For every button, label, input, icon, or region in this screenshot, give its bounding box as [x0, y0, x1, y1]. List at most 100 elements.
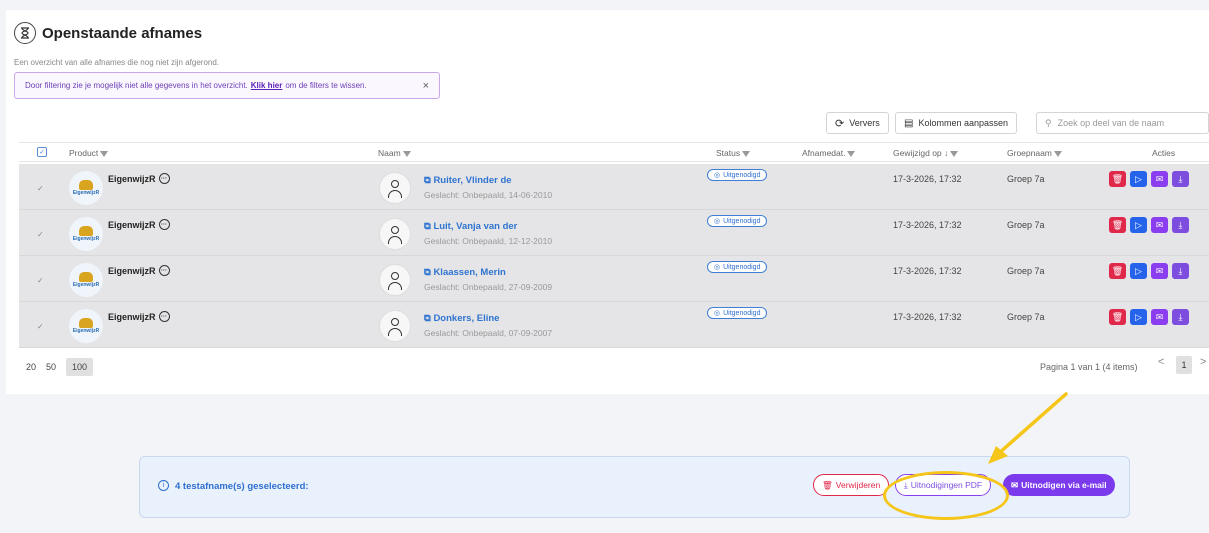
prev-page-button[interactable]: < [1158, 356, 1164, 368]
page-size-selector: 20 50 100 [26, 358, 94, 376]
row-checkbox[interactable]: ✓ [37, 230, 44, 239]
mail-icon: ✉ [1011, 479, 1019, 490]
column-header-groepnaam[interactable]: Groepnaam [1007, 148, 1062, 158]
status-icon: ◎ [714, 310, 721, 317]
info-icon: i [158, 480, 169, 491]
invite-email-button[interactable]: ✉ Uitnodigen via e-mail [1003, 474, 1115, 496]
hourglass-icon [14, 22, 36, 44]
filter-icon[interactable] [1053, 150, 1062, 157]
download-row-button[interactable]: ⤓ [1172, 263, 1189, 279]
bird-icon [79, 226, 93, 236]
status-badge: ◎ Uitgenodigd [707, 261, 768, 273]
more-options-icon[interactable]: ··· [158, 219, 170, 230]
page-number-1[interactable]: 1 [1176, 356, 1192, 374]
clear-filters-link[interactable]: Klik hier [251, 81, 283, 90]
status-icon: ◎ [714, 172, 721, 179]
filter-icon[interactable] [847, 150, 856, 157]
start-row-button[interactable]: ▷ [1130, 217, 1147, 233]
column-header-gewijzigd[interactable]: Gewijzigd op ↓ [893, 148, 959, 158]
table-row[interactable]: ✓ EigenwijzR EigenwijzR ··· ⧉ Luit, Vanj… [19, 210, 1209, 256]
row-checkbox[interactable]: ✓ [37, 184, 44, 193]
start-row-button[interactable]: ▷ [1130, 263, 1147, 279]
modified-date: 17-3-2026, 17:32 [893, 312, 962, 322]
page-subtitle: Een overzicht van alle afnames die nog n… [14, 58, 220, 67]
download-row-button[interactable]: ⤓ [1172, 171, 1189, 187]
delete-row-button[interactable]: 🗑 [1109, 217, 1126, 233]
filter-notice-text: Door filtering zie je mogelijk niet alle… [25, 81, 248, 90]
trash-icon: 🗑 [822, 479, 833, 490]
delete-row-button[interactable]: 🗑 [1109, 171, 1126, 187]
start-row-button[interactable]: ▷ [1130, 309, 1147, 325]
person-details: Geslacht: Onbepaald, 27-09-2009 [424, 282, 553, 292]
modified-date: 17-3-2026, 17:32 [893, 174, 962, 184]
row-checkbox[interactable]: ✓ [37, 322, 44, 331]
page-size-50[interactable]: 50 [46, 362, 56, 372]
email-label: Uitnodigen via e-mail [1021, 480, 1107, 490]
close-icon[interactable]: × [423, 80, 429, 92]
column-header-afnamedat[interactable]: Afnamedat. [802, 148, 856, 158]
page-size-20[interactable]: 20 [26, 362, 36, 372]
avatar [379, 310, 411, 342]
person-details: Geslacht: Onbepaald, 07-09-2007 [424, 328, 553, 338]
download-row-button[interactable]: ⤓ [1172, 217, 1189, 233]
table-header: ✓ Product Naam Status Afnamedat. Gewijzi… [19, 142, 1209, 162]
delete-button[interactable]: 🗑 Verwijderen [813, 474, 890, 496]
columns-label: Kolommen aanpassen [918, 118, 1009, 128]
avatar [379, 264, 411, 296]
column-header-product[interactable]: Product [69, 148, 109, 158]
pointer-arrow [988, 392, 1068, 464]
person-name-link[interactable]: ⧉ Donkers, Eline [424, 313, 499, 324]
product-name: EigenwijzR ··· [108, 265, 170, 276]
delete-row-button[interactable]: 🗑 [1109, 263, 1126, 279]
status-badge: ◎ Uitgenodigd [707, 307, 768, 319]
delete-row-button[interactable]: 🗑 [1109, 309, 1126, 325]
product-logo: EigenwijzR [69, 217, 103, 251]
search-icon: ⚲ [1045, 117, 1052, 128]
logo-text: EigenwijzR [72, 236, 100, 242]
next-page-button[interactable]: > [1200, 356, 1206, 368]
logo-text: EigenwijzR [72, 190, 100, 196]
refresh-icon: ⟳ [835, 117, 845, 130]
refresh-button[interactable]: ⟳ Ververs [826, 112, 889, 134]
page-size-100[interactable]: 100 [66, 358, 94, 376]
delete-label: Verwijderen [835, 480, 881, 490]
person-icon [391, 318, 399, 326]
table-row[interactable]: ✓ EigenwijzR EigenwijzR ··· ⧉ Donkers, E… [19, 302, 1209, 348]
person-name-link[interactable]: ⧉ Ruiter, Vlinder de [424, 175, 512, 186]
start-row-button[interactable]: ▷ [1130, 171, 1147, 187]
more-options-icon[interactable]: ··· [158, 265, 170, 276]
table-row[interactable]: ✓ EigenwijzR EigenwijzR ··· ⧉ Klaassen, … [19, 256, 1209, 302]
filter-icon[interactable] [950, 150, 959, 157]
person-name-link[interactable]: ⧉ Klaassen, Merin [424, 267, 506, 278]
filter-icon[interactable] [100, 150, 109, 157]
email-row-button[interactable]: ✉ [1151, 217, 1168, 233]
column-header-acties: Acties [1152, 148, 1176, 158]
email-row-button[interactable]: ✉ [1151, 309, 1168, 325]
person-name-link[interactable]: ⧉ Luit, Vanja van der [424, 221, 517, 232]
status-icon: ◎ [714, 264, 721, 271]
more-options-icon[interactable]: ··· [158, 311, 170, 322]
email-row-button[interactable]: ✉ [1151, 263, 1168, 279]
select-all-checkbox[interactable]: ✓ [37, 147, 47, 157]
page-header: Openstaande afnames [14, 22, 202, 44]
filter-icon[interactable] [402, 150, 411, 157]
search-input[interactable]: ⚲ Zoek op deel van de naam [1036, 112, 1209, 134]
download-row-button[interactable]: ⤓ [1172, 309, 1189, 325]
modified-date: 17-3-2026, 17:32 [893, 266, 962, 276]
row-checkbox[interactable]: ✓ [37, 276, 44, 285]
search-placeholder: Zoek op deel van de naam [1057, 118, 1165, 128]
person-icon [391, 272, 399, 280]
column-header-naam[interactable]: Naam [378, 148, 411, 158]
more-options-icon[interactable]: ··· [158, 173, 170, 184]
email-row-button[interactable]: ✉ [1151, 171, 1168, 187]
refresh-label: Ververs [849, 118, 880, 128]
status-icon: ◎ [714, 218, 721, 225]
group-name: Groep 7a [1007, 174, 1045, 184]
selection-count: 4 testafname(s) geselecteerd: [175, 481, 309, 492]
column-header-status[interactable]: Status [716, 148, 751, 158]
avatar [379, 172, 411, 204]
bird-icon [79, 180, 93, 190]
columns-button[interactable]: ▤ Kolommen aanpassen [895, 112, 1018, 134]
table-row[interactable]: ✓ EigenwijzR EigenwijzR ··· ⧉ Ruiter, Vl… [19, 164, 1209, 210]
filter-icon[interactable] [742, 150, 751, 157]
